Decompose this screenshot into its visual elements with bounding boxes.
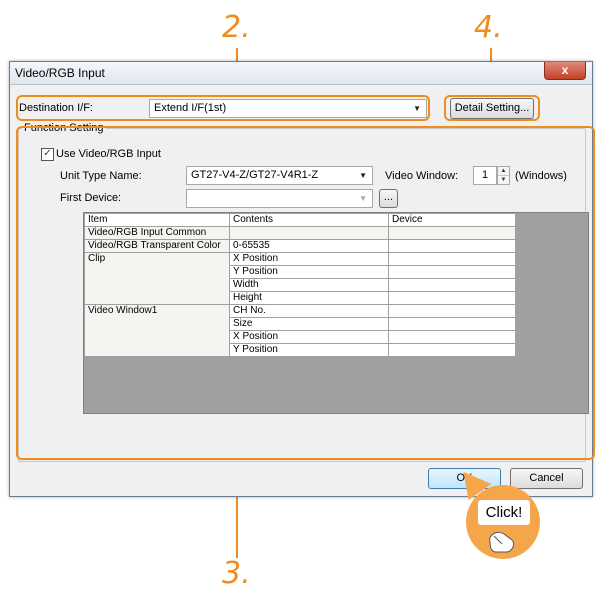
title-bar: Video/RGB Input x: [10, 62, 592, 85]
highlight-box-2: [16, 95, 430, 121]
window-title: Video/RGB Input: [15, 66, 105, 80]
cancel-button[interactable]: Cancel: [510, 468, 583, 489]
highlight-box-3: [16, 126, 595, 460]
callout-3: 3.: [222, 556, 251, 591]
callout-2: 2.: [222, 10, 251, 45]
click-label: Click!: [478, 500, 530, 525]
close-icon: x: [561, 63, 569, 77]
callout-4: 4.: [474, 10, 503, 45]
close-button[interactable]: x: [544, 62, 586, 80]
mouse-icon: [489, 531, 515, 553]
highlight-box-4: [444, 95, 540, 121]
